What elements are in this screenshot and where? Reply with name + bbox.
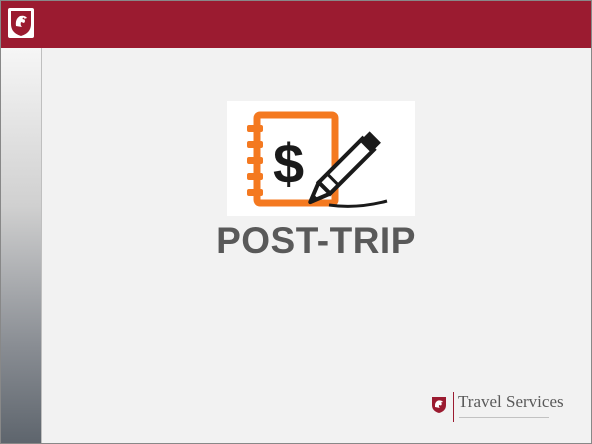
- travel-services-logo: Travel Services: [431, 389, 581, 425]
- logo-tagline-rule: [459, 416, 549, 419]
- svg-text:$: $: [273, 132, 304, 195]
- cougar-head-shield-icon: [8, 8, 34, 38]
- expense-notebook-pencil-icon: $: [227, 101, 415, 216]
- logo-divider: [453, 392, 454, 422]
- left-accent-bar: [1, 48, 42, 443]
- cougar-head-shield-icon: [431, 396, 447, 414]
- slide-content: $ POST-TRIP Travel Services: [41, 48, 591, 443]
- slide: $ POST-TRIP Travel Services: [0, 0, 592, 444]
- slide-title: POST-TRIP: [216, 220, 416, 261]
- department-name: Travel Services: [458, 392, 564, 411]
- header-bar: [1, 1, 591, 48]
